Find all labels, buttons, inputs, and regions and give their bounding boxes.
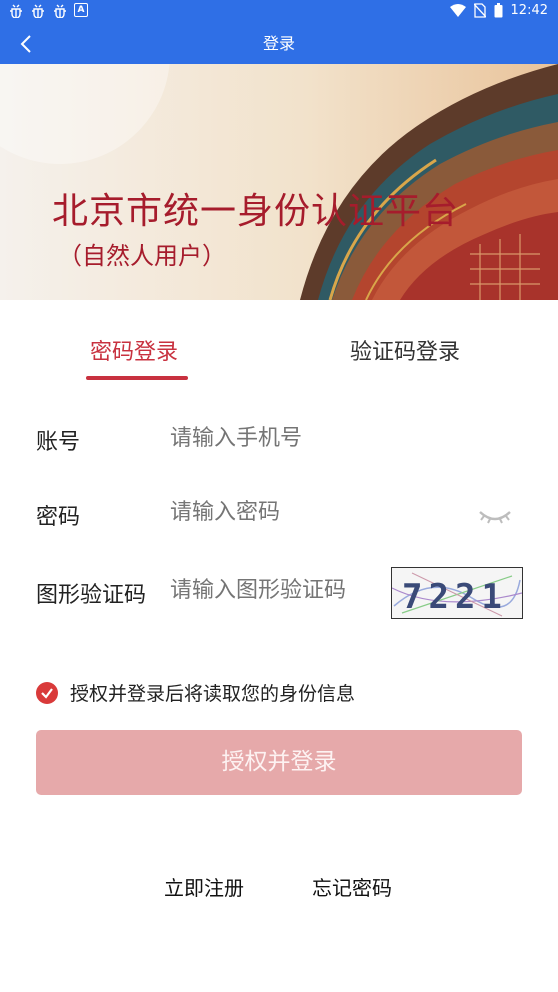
bug-icon xyxy=(32,4,44,18)
forgot-password-link[interactable]: 忘记密码 xyxy=(312,872,392,901)
status-right: 12:42 xyxy=(449,3,548,18)
captcha-image[interactable]: 7221 xyxy=(391,567,523,619)
page-title: 登录 xyxy=(262,34,295,53)
password-input[interactable] xyxy=(170,500,460,525)
tab-code-login[interactable]: 验证码登录 xyxy=(350,334,460,366)
status-time: 12:42 xyxy=(510,3,548,18)
banner: 北京市统一身份认证平台 （自然人用户） xyxy=(0,64,558,300)
status-bar: A 12:42 xyxy=(0,0,558,24)
eye-closed-icon[interactable] xyxy=(478,506,512,526)
account-input[interactable] xyxy=(170,426,470,451)
captcha-label: 图形验证码 xyxy=(36,583,147,608)
account-label: 账号 xyxy=(36,430,81,455)
battery-icon xyxy=(494,3,503,18)
no-sim-icon xyxy=(473,3,486,18)
agreement-text: 授权并登录后将读取您的身份信息 xyxy=(70,683,356,705)
authorize-login-button[interactable]: 授权并登录 xyxy=(36,730,522,795)
banner-subtitle: （自然人用户） xyxy=(58,242,226,270)
captcha-drawing: 7221 xyxy=(392,572,522,617)
captcha-text: 7221 xyxy=(402,577,508,617)
status-left: A xyxy=(8,2,88,18)
tab-password-login[interactable]: 密码登录 xyxy=(90,334,178,366)
login-tabs: 密码登录 验证码登录 xyxy=(0,300,558,390)
captcha-input[interactable] xyxy=(170,578,385,603)
bug-icon xyxy=(10,4,22,18)
nav-bar: 登录 xyxy=(0,24,558,64)
wifi-icon xyxy=(449,4,466,17)
register-link[interactable]: 立即注册 xyxy=(164,872,244,901)
active-tab-indicator xyxy=(86,376,188,380)
agreement-checkbox[interactable] xyxy=(36,682,58,704)
checkmark-icon xyxy=(41,688,53,699)
accessibility-a-icon: A xyxy=(74,3,88,17)
password-label: 密码 xyxy=(36,505,81,530)
banner-title: 北京市统一身份认证平台 xyxy=(52,191,460,232)
bug-icon xyxy=(54,4,66,18)
